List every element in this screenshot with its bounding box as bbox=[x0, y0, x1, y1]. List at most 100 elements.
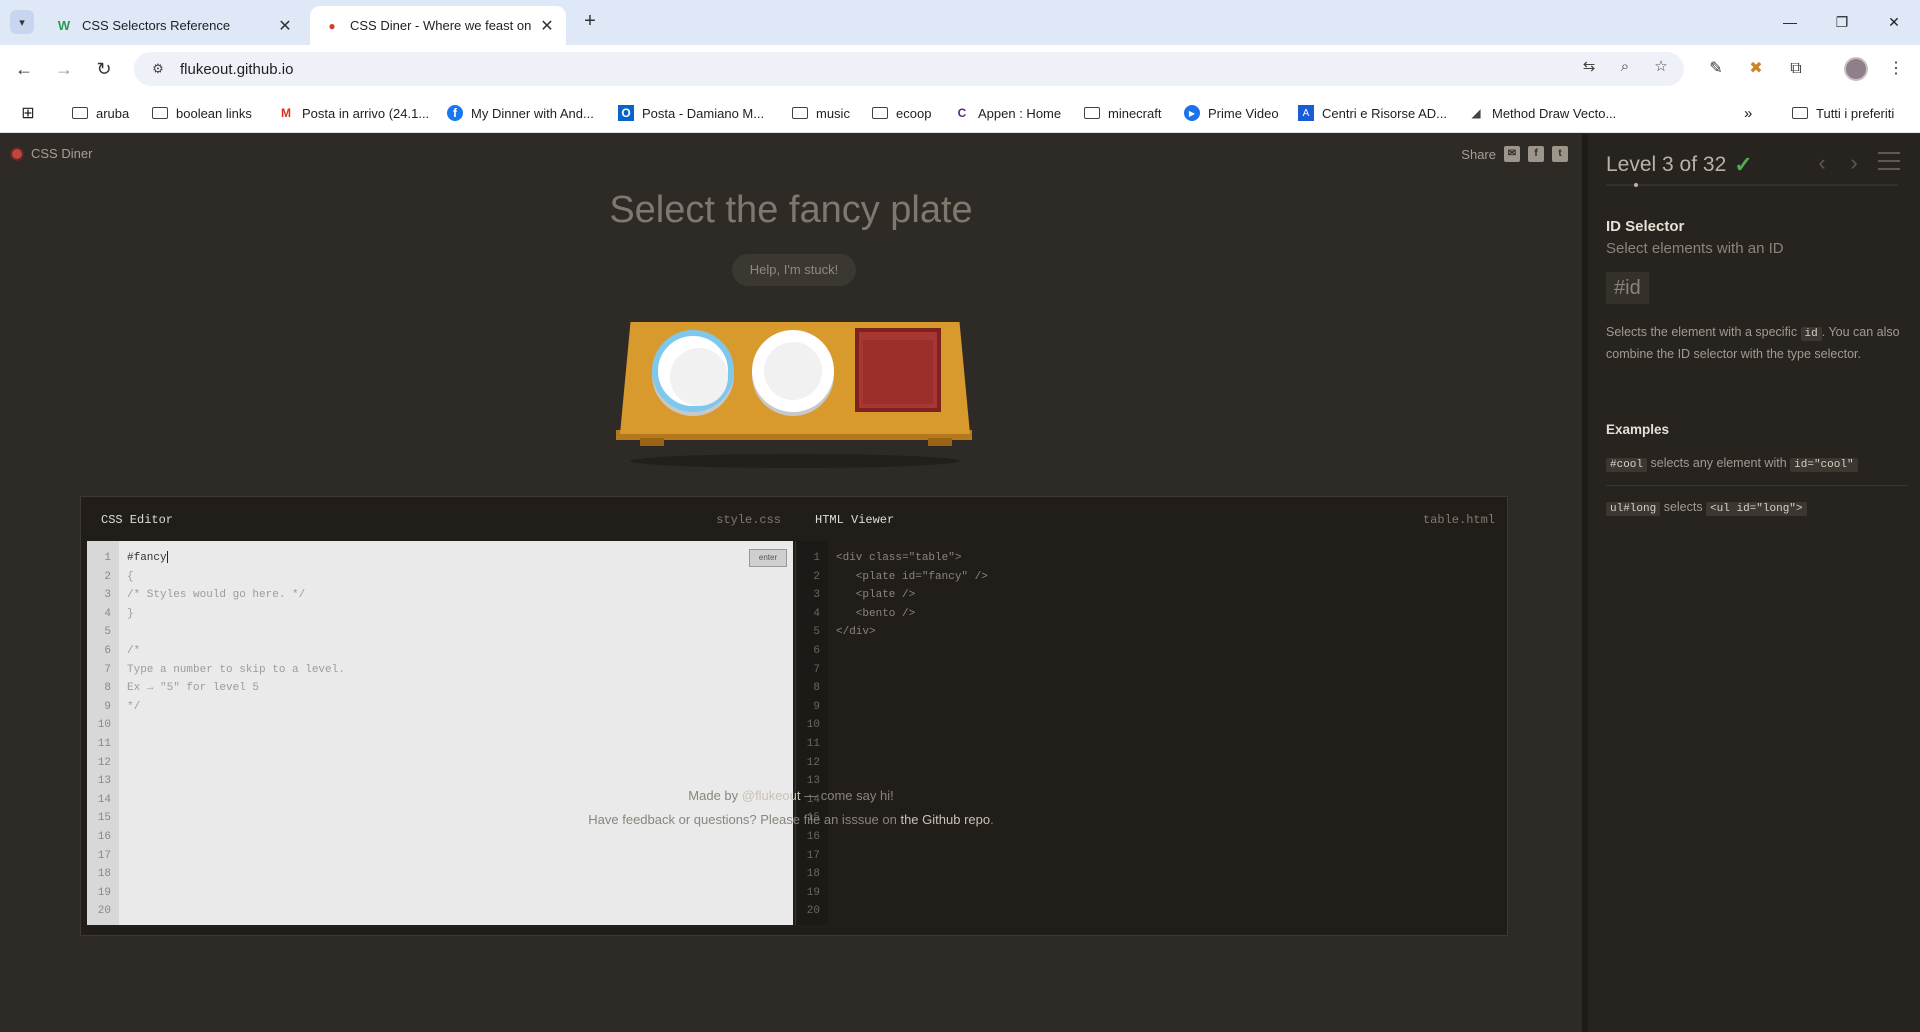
css-diner-logo[interactable]: CSS Diner bbox=[10, 146, 92, 161]
css-editor-header: CSS Editor style.css bbox=[81, 497, 795, 541]
footer-text: Made by bbox=[688, 788, 742, 803]
line-number: 10 bbox=[97, 719, 111, 732]
bookmark-ecoop[interactable]: ecoop bbox=[872, 101, 931, 125]
tab-strip: ▾ W CSS Selectors Reference ✕ ● CSS Dine… bbox=[0, 0, 1920, 45]
tab-title: CSS Selectors Reference bbox=[82, 18, 231, 33]
method-draw-icon: ◢ bbox=[1471, 106, 1481, 120]
bookmark-appen[interactable]: C Appen : Home bbox=[954, 101, 1061, 125]
github-repo-link[interactable]: the Github repo bbox=[900, 812, 990, 827]
browser-toolbar: ← → ↻ ⚙ flukeout.github.io ⇆ ⌕ ☆ ✎ ✖ ⧉ ⋮ bbox=[0, 45, 1920, 93]
line-number: 2 bbox=[813, 570, 820, 583]
previous-level-icon[interactable]: ‹ bbox=[1810, 150, 1834, 176]
tab-css-selectors-reference[interactable]: W CSS Selectors Reference ✕ bbox=[42, 6, 304, 45]
adobe-icon: A bbox=[1298, 105, 1314, 121]
zoom-icon[interactable]: ⌕ bbox=[1610, 52, 1640, 82]
extensions-puzzle-icon[interactable]: ⧉ bbox=[1782, 55, 1810, 83]
close-tab-icon[interactable]: ✕ bbox=[276, 16, 294, 36]
bookmark-music[interactable]: music bbox=[792, 101, 850, 125]
profile-avatar[interactable] bbox=[1844, 57, 1868, 81]
css-diner-favicon-icon: ● bbox=[328, 18, 336, 33]
enter-button[interactable]: enter bbox=[749, 549, 787, 567]
examples-title: Examples bbox=[1606, 422, 1670, 437]
bookmark-prime-video[interactable]: ▶ Prime Video bbox=[1184, 101, 1279, 125]
code-line: /* Styles would go here. */ bbox=[127, 589, 306, 602]
site-info-icon[interactable]: ⚙ bbox=[144, 55, 172, 83]
bookmark-boolean-links[interactable]: boolean links bbox=[152, 101, 252, 125]
close-window-icon[interactable]: ✕ bbox=[1872, 8, 1916, 36]
line-number: 7 bbox=[813, 663, 820, 676]
address-bar[interactable]: ⚙ flukeout.github.io bbox=[134, 52, 1684, 86]
html-markup-line[interactable]: <div class="table"> bbox=[836, 549, 988, 568]
diner-logo-icon bbox=[10, 146, 24, 161]
fancy-plate[interactable] bbox=[652, 330, 734, 412]
line-number: 17 bbox=[97, 849, 111, 862]
line-number: 17 bbox=[806, 849, 820, 862]
tab-css-diner[interactable]: ● CSS Diner - Where we feast on ✕ bbox=[310, 6, 566, 45]
hint-text: Selects the element with a specific bbox=[1606, 325, 1801, 339]
reload-icon[interactable]: ↻ bbox=[90, 55, 118, 83]
flukeout-link[interactable]: @flukeout bbox=[742, 788, 801, 803]
line-numbers: 1 2 3 4 5 6 7 8 9 10 11 12 13 14 15 16 17 18 19 20 bbox=[796, 541, 828, 925]
bookmark-minecraft[interactable]: minecraft bbox=[1084, 101, 1161, 125]
css-file-name: style.css bbox=[716, 513, 781, 527]
bookmark-my-dinner[interactable]: f My Dinner with And... bbox=[447, 101, 594, 125]
help-button[interactable]: Help, I'm stuck! bbox=[732, 254, 856, 286]
minimize-icon[interactable]: — bbox=[1768, 8, 1812, 36]
html-markup-line[interactable]: <plate id="fancy" /> bbox=[836, 568, 988, 587]
line-number: 9 bbox=[104, 700, 111, 713]
html-markup-line[interactable]: <bento /> bbox=[836, 605, 988, 624]
translate-icon[interactable]: ⇆ bbox=[1574, 52, 1604, 82]
example-item: ul#long selects <ul id="long"> bbox=[1606, 500, 1908, 523]
apps-grid-icon[interactable]: ⊞ bbox=[20, 101, 44, 125]
line-number: 8 bbox=[813, 682, 820, 695]
bookmark-gmail[interactable]: M Posta in arrivo (24.1... bbox=[278, 101, 429, 125]
line-number: 8 bbox=[104, 682, 111, 695]
facebook-share-icon[interactable]: f bbox=[1528, 146, 1544, 162]
level-menu-icon[interactable] bbox=[1878, 152, 1900, 172]
css-code-area[interactable]: 1 2 3 4 5 6 7 8 9 10 11 12 13 14 15 16 17 18 19 20 #fancy {… bbox=[87, 541, 793, 925]
bookmark-star-icon[interactable]: ☆ bbox=[1646, 52, 1676, 82]
bento-box[interactable] bbox=[855, 328, 941, 412]
footer-credits: Made by @flukeout — come say hi! bbox=[0, 788, 1582, 803]
html-viewer-header: HTML Viewer table.html bbox=[795, 497, 1509, 541]
back-icon[interactable]: ← bbox=[10, 55, 38, 83]
html-markup-line[interactable]: <plate /> bbox=[836, 586, 988, 605]
tab-search-button[interactable]: ▾ bbox=[10, 10, 34, 34]
next-level-icon[interactable]: › bbox=[1842, 150, 1866, 176]
close-tab-icon[interactable]: ✕ bbox=[538, 16, 556, 36]
line-number: 16 bbox=[97, 830, 111, 843]
html-viewer: HTML Viewer table.html 1 2 3 4 5 6 7 8 9 10 11 12 13… bbox=[795, 497, 1509, 937]
all-bookmarks-folder[interactable]: Tutti i preferiti bbox=[1792, 101, 1894, 125]
browser-menu-icon[interactable]: ⋮ bbox=[1882, 55, 1910, 83]
footer-text: Have feedback or questions? Please file … bbox=[588, 812, 901, 827]
folder-icon bbox=[792, 105, 808, 121]
line-number: 19 bbox=[97, 886, 111, 899]
plate[interactable] bbox=[752, 330, 834, 412]
twitter-share-icon[interactable]: t bbox=[1552, 146, 1568, 162]
eyedropper-extension-icon[interactable]: ✎ bbox=[1702, 55, 1730, 83]
level-progress-bar bbox=[1606, 183, 1898, 187]
example-text: selects any element with bbox=[1647, 456, 1791, 470]
restore-icon[interactable]: ❐ bbox=[1820, 8, 1864, 36]
line-number: 3 bbox=[104, 589, 111, 602]
extension-icon[interactable]: ✖ bbox=[1742, 55, 1770, 83]
code-line: /* bbox=[127, 644, 141, 657]
tab-title: CSS Diner - Where we feast on bbox=[350, 18, 532, 33]
code-line: */ bbox=[127, 700, 141, 713]
example-text: selects bbox=[1660, 500, 1707, 514]
code-line: Type a number to skip to a level. bbox=[127, 663, 345, 676]
bookmarks-overflow-button[interactable]: » bbox=[1744, 101, 1752, 125]
bookmark-outlook[interactable]: O Posta - Damiano M... bbox=[618, 101, 764, 125]
url-text[interactable]: flukeout.github.io bbox=[180, 61, 293, 78]
bookmark-centri-risorse[interactable]: A Centri e Risorse AD... bbox=[1298, 101, 1447, 125]
bookmark-method-draw[interactable]: ◢ Method Draw Vecto... bbox=[1468, 101, 1616, 125]
html-markup-line[interactable]: </div> bbox=[836, 623, 988, 642]
bookmark-aruba[interactable]: aruba bbox=[72, 101, 129, 125]
new-tab-button[interactable]: + bbox=[578, 10, 602, 34]
line-number: 2 bbox=[104, 570, 111, 583]
email-share-icon[interactable]: ✉ bbox=[1504, 146, 1520, 162]
hint-code: id bbox=[1800, 327, 1822, 341]
footer-feedback: Have feedback or questions? Please file … bbox=[0, 812, 1582, 827]
css-input[interactable]: #fancy bbox=[127, 549, 345, 568]
forward-icon[interactable]: → bbox=[50, 55, 78, 83]
